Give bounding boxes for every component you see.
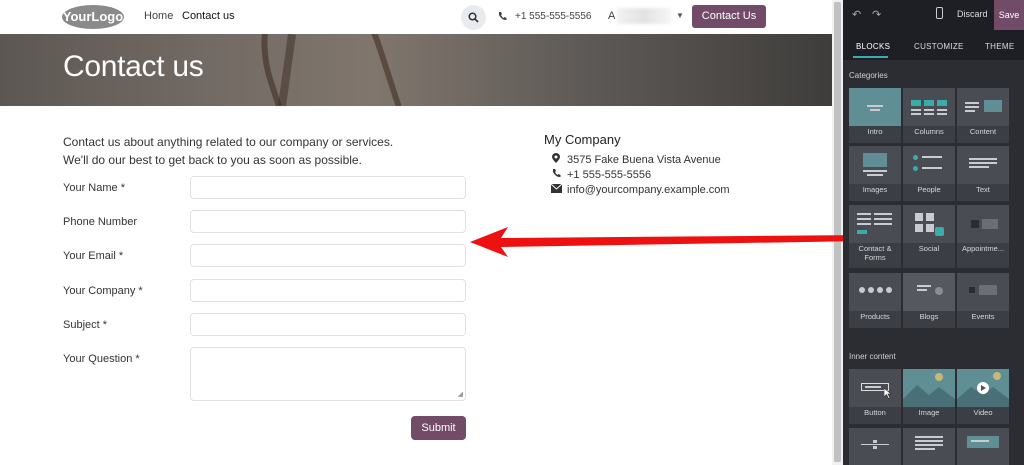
submit-button[interactable]: Submit <box>411 416 466 440</box>
subject-label: Subject * <box>63 319 108 331</box>
header-phone[interactable]: +1 555-555-5556 <box>515 11 591 22</box>
company-field[interactable] <box>190 279 466 302</box>
user-name-redaction <box>617 8 671 24</box>
block-blogs[interactable]: Blogs <box>903 273 955 328</box>
editor-toolbar: ↶ ↷ Discard Save <box>843 0 1024 30</box>
name-field[interactable] <box>190 176 466 199</box>
nav-home-link[interactable]: Home <box>144 10 173 22</box>
social-thumbnail <box>903 205 955 243</box>
tab-blocks[interactable]: BLOCKS <box>856 42 890 51</box>
block-text[interactable]: Text <box>957 146 1009 201</box>
block-image[interactable]: Image <box>903 369 955 424</box>
content-thumbnail <box>957 88 1009 126</box>
redo-icon[interactable]: ↷ <box>872 8 881 21</box>
email-label: Your Email * <box>63 250 124 262</box>
search-button[interactable] <box>461 5 486 30</box>
company-address: 3575 Fake Buena Vista Avenue <box>549 153 721 166</box>
intro-line-2: We'll do our best to get back to you as … <box>63 153 362 167</box>
columns-thumbnail <box>903 88 955 126</box>
map-marker-icon <box>549 153 563 166</box>
block-images[interactable]: Images <box>849 146 901 201</box>
hero-background-chair-arc <box>240 34 410 106</box>
user-name[interactable]: A <box>608 10 615 22</box>
search-icon <box>468 12 479 23</box>
play-icon <box>957 372 1009 407</box>
contact-forms-thumbnail <box>849 205 901 243</box>
contact-us-button[interactable]: Contact Us <box>692 5 766 28</box>
phone-icon <box>499 12 507 21</box>
email-field[interactable] <box>190 244 466 267</box>
contact-forms-label: Contact & Forms <box>858 244 892 262</box>
products-thumbnail <box>849 273 901 311</box>
block-products[interactable]: Products <box>849 273 901 328</box>
categories-title: Categories <box>849 71 888 80</box>
block-appointments[interactable]: Appointme... <box>957 205 1009 268</box>
intro-line-1: Contact us about anything related to our… <box>63 135 394 149</box>
company-phone: +1 555-555-5556 <box>549 168 651 181</box>
hero-banner: Contact us <box>0 34 832 106</box>
phone-label: Phone Number <box>63 216 137 228</box>
tab-theme[interactable]: THEME <box>985 42 1015 51</box>
company-label: Your Company * <box>63 285 143 297</box>
undo-icon[interactable]: ↶ <box>852 8 861 21</box>
block-content[interactable]: Content <box>957 88 1009 143</box>
page-title: Contact us <box>63 50 204 83</box>
intro-text: Contact us about anything related to our… <box>63 133 393 169</box>
question-textarea[interactable]: ◢ <box>190 347 466 401</box>
red-arrow-annotation <box>470 227 865 257</box>
tab-customize[interactable]: CUSTOMIZE <box>914 42 964 51</box>
discard-button[interactable]: Discard <box>957 9 988 19</box>
editor-panel: ↶ ↷ Discard Save BLOCKS CUSTOMIZE THEME … <box>843 0 1024 465</box>
block-people[interactable]: People <box>903 146 955 201</box>
question-label: Your Question * <box>63 353 140 365</box>
inner-content-title: Inner content <box>849 352 896 361</box>
active-tab-indicator <box>853 56 888 58</box>
block-events[interactable]: Events <box>957 273 1009 328</box>
block-intro[interactable]: Intro <box>849 88 901 143</box>
name-label: Your Name * <box>63 182 125 194</box>
resize-handle-icon[interactable]: ◢ <box>458 391 463 398</box>
blogs-thumbnail <box>903 273 955 311</box>
people-thumbnail <box>903 146 955 184</box>
nav-contact-link[interactable]: Contact us <box>182 10 235 22</box>
text-thumbnail <box>957 146 1009 184</box>
blocks-panel-body: Categories Intro Columns Content Images … <box>843 60 1024 465</box>
editor-tabs: BLOCKS CUSTOMIZE THEME <box>843 36 1024 58</box>
images-thumbnail <box>849 146 901 184</box>
save-button[interactable]: Save <box>994 0 1024 30</box>
landscape-icon <box>903 373 955 407</box>
cursor-icon <box>884 388 892 399</box>
button-thumbnail <box>849 369 901 407</box>
envelope-icon <box>549 183 563 196</box>
block-alert[interactable] <box>957 428 1009 465</box>
events-thumbnail <box>957 273 1009 311</box>
appointments-thumbnail <box>957 205 1009 243</box>
block-button[interactable]: Button <box>849 369 901 424</box>
video-thumbnail <box>957 369 1009 407</box>
phone-field[interactable] <box>190 210 466 233</box>
intro-thumbnail <box>849 88 901 126</box>
company-name: My Company <box>544 132 621 147</box>
company-email: info@yourcompany.example.com <box>549 183 730 196</box>
block-text-inner[interactable] <box>903 428 955 465</box>
block-columns[interactable]: Columns <box>903 88 955 143</box>
block-separator[interactable] <box>849 428 901 465</box>
mobile-preview-icon[interactable] <box>936 7 943 19</box>
block-video[interactable]: Video <box>957 369 1009 424</box>
block-social[interactable]: Social <box>903 205 955 268</box>
phone-icon <box>549 168 563 181</box>
subject-field[interactable] <box>190 313 466 336</box>
top-navbar: YourLogo Home Contact us +1 555-555-5556… <box>0 0 832 34</box>
block-contact-forms[interactable]: Contact & Forms <box>849 205 901 268</box>
caret-down-icon[interactable]: ▼ <box>676 11 684 20</box>
site-logo[interactable]: YourLogo <box>62 5 124 29</box>
image-thumbnail <box>903 369 955 407</box>
